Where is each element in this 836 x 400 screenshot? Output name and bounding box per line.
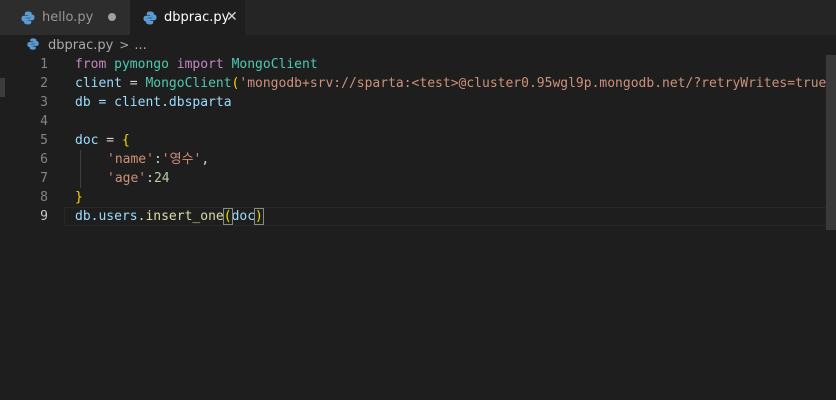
operator-token: =	[98, 133, 122, 148]
string-token: 'mongodb+srv://sparta:<test>@cluster0.95…	[239, 76, 836, 91]
colon-token: :	[146, 171, 154, 186]
code-text: db = client.dbsparta	[75, 95, 232, 110]
python-icon	[142, 10, 158, 26]
breadcrumb-separator: >	[119, 38, 130, 52]
code-line-2: 2 client = MongoClient('mongodb+srv://sp…	[0, 74, 836, 93]
comma-token: ,	[201, 152, 210, 167]
code-line-5: 5 doc = {	[0, 131, 836, 150]
line-number: 9	[40, 209, 48, 224]
code-text: 'age':24	[107, 169, 170, 188]
line-number: 4	[40, 114, 48, 129]
code-line-3: 3 db = client.dbsparta	[0, 93, 836, 112]
paren-token: (	[222, 208, 233, 225]
close-icon[interactable]: ✕	[226, 10, 238, 24]
paren-token: )	[254, 208, 264, 225]
tab-dbprac-py[interactable]: dbprac.py ✕	[130, 0, 245, 35]
class-token: MongoClient	[231, 57, 318, 72]
module-token: pymongo	[114, 57, 169, 72]
breadcrumb: dbprac.py > ...	[0, 35, 836, 55]
code-line-1: 1 from pymongo import MongoClient	[0, 55, 836, 74]
breadcrumb-more[interactable]: ...	[134, 38, 146, 53]
function-token: insert_one	[145, 209, 224, 224]
line-number: 2	[40, 76, 48, 91]
number-token: 24	[153, 171, 170, 186]
line-number: 3	[40, 95, 48, 110]
python-icon	[26, 37, 42, 53]
string-token: '영수'	[161, 152, 202, 167]
line-number: 1	[40, 57, 48, 72]
code-text: db.users.insert_one(doc)	[75, 207, 264, 226]
line-number: 6	[40, 152, 48, 167]
string-token: 'name'	[107, 152, 154, 167]
code-editor[interactable]: 1 from pymongo import MongoClient 2 clie…	[0, 55, 836, 400]
string-token: 'age'	[107, 171, 147, 186]
brace-token: {	[121, 133, 130, 148]
variable-token: db.users.	[75, 209, 146, 224]
code-line-7: 7 'age':24	[0, 169, 836, 188]
code-line-8: 8 }	[0, 188, 836, 207]
line-number: 7	[40, 171, 48, 186]
brace-token: }	[75, 190, 83, 205]
keyword-token: import	[176, 57, 224, 72]
tab-label: dbprac.py	[164, 10, 230, 25]
keyword-token: from	[75, 57, 107, 72]
code-text: client = MongoClient('mongodb+srv://spar…	[75, 74, 836, 93]
colon-token: :	[153, 152, 162, 167]
variable-token: doc	[75, 133, 99, 148]
variable-token: client	[75, 76, 122, 91]
unsaved-dot-icon[interactable]	[108, 13, 116, 21]
line-number: 8	[40, 190, 48, 205]
breadcrumb-file[interactable]: dbprac.py	[48, 38, 113, 53]
line-number: 5	[40, 133, 48, 148]
code-line-6: 6 'name':'영수',	[0, 150, 836, 169]
class-token: MongoClient	[145, 76, 232, 91]
code-text: 'name':'영수',	[107, 150, 209, 169]
python-icon	[20, 10, 36, 26]
variable-token: doc	[231, 209, 256, 224]
code-text: from pymongo import MongoClient	[75, 55, 318, 74]
tab-hello-py[interactable]: hello.py	[0, 0, 130, 35]
scrollbar-thumb[interactable]	[826, 55, 836, 230]
code-line-4: 4	[0, 112, 836, 131]
code-text: doc = {	[75, 131, 130, 150]
operator-token: =	[121, 76, 146, 91]
tab-label: hello.py	[42, 10, 94, 25]
tab-bar: hello.py dbprac.py ✕	[0, 0, 836, 35]
code-line-9: 9 db.users.insert_one(doc)	[0, 207, 836, 226]
